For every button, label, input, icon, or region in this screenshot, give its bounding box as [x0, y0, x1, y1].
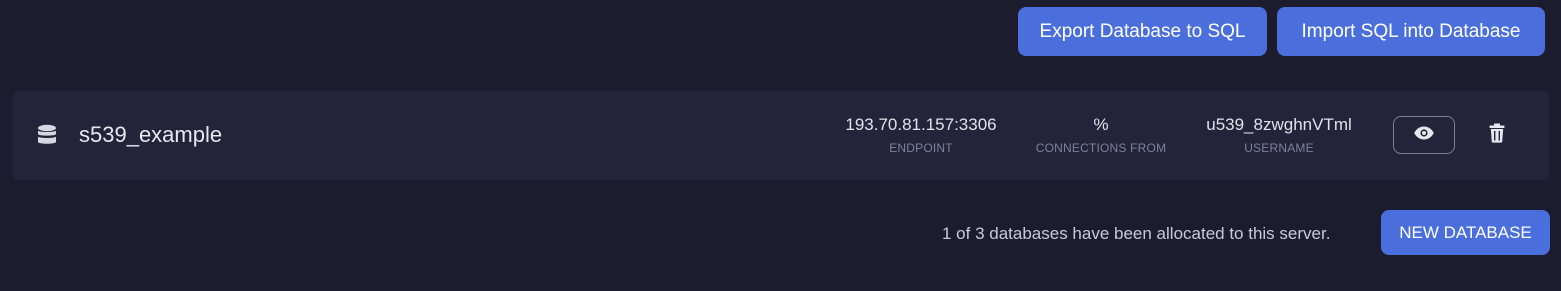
database-icon: [37, 124, 57, 146]
connections-value: %: [1093, 115, 1109, 134]
endpoint-stat: 193.70.81.157:3306 ENDPOINT: [845, 115, 996, 155]
connections-stat: % CONNECTIONS FROM: [1036, 115, 1167, 155]
database-row: s539_example 193.70.81.157:3306 ENDPOINT…: [13, 91, 1549, 180]
delete-database-button[interactable]: [1487, 123, 1507, 148]
trash-icon: [1489, 123, 1505, 148]
database-name: s539_example: [79, 122, 223, 147]
export-database-button[interactable]: Export Database to SQL: [1018, 7, 1267, 56]
view-details-button[interactable]: [1393, 116, 1455, 154]
import-sql-button[interactable]: Import SQL into Database: [1277, 7, 1545, 56]
username-stat: u539_8zwghnVTml USERNAME: [1206, 115, 1352, 155]
allocation-status-text: 1 of 3 databases have been allocated to …: [942, 224, 1331, 243]
username-value: u539_8zwghnVTml: [1206, 115, 1352, 134]
eye-icon: [1414, 126, 1434, 145]
new-database-button[interactable]: NEW DATABASE: [1381, 210, 1550, 255]
endpoint-label: ENDPOINT: [889, 141, 953, 155]
endpoint-value: 193.70.81.157:3306: [845, 115, 997, 134]
username-label: USERNAME: [1244, 141, 1314, 155]
connections-label: CONNECTIONS FROM: [1035, 141, 1167, 155]
